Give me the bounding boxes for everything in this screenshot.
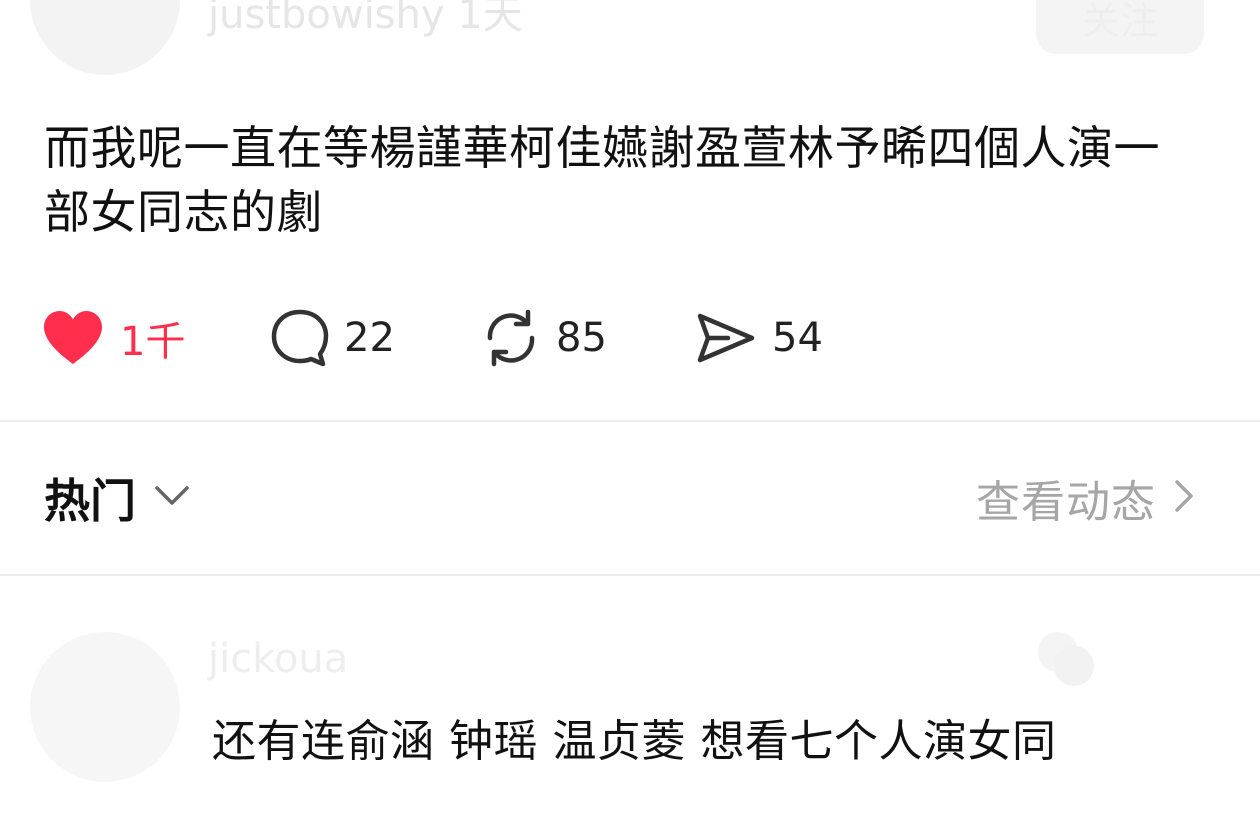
view-activity-label: 查看动态: [976, 477, 1156, 528]
repost-button[interactable]: 85: [480, 306, 607, 370]
chevron-right-icon: [1156, 479, 1194, 517]
divider: [0, 420, 1260, 422]
share-icon: [694, 308, 758, 368]
repost-count: 85: [556, 315, 607, 361]
comment-button[interactable]: 22: [270, 306, 395, 370]
comment-icon: [270, 308, 330, 368]
like-button[interactable]: 1千: [42, 306, 185, 370]
comment-count: 22: [344, 315, 395, 361]
divider: [0, 574, 1260, 576]
chevron-down-icon: [136, 485, 190, 511]
like-count: 1千: [120, 319, 186, 365]
follow-button[interactable]: 关注: [1036, 0, 1204, 54]
repost-icon: [480, 308, 542, 368]
post-text: 而我呢一直在等楊謹華柯佳嬿謝盈萱林予晞四個人演一部女同志的劇: [44, 121, 1160, 239]
author-name[interactable]: justbowishy 1天: [208, 0, 523, 40]
view-activity-link[interactable]: 查看动态: [976, 468, 1194, 528]
author-avatar[interactable]: [30, 0, 180, 75]
comment-like-icon[interactable]: [1024, 628, 1104, 696]
share-button[interactable]: 54: [694, 306, 823, 370]
comment-text: 还有连俞涵 钟瑶 温贞菱 想看七个人演女同: [212, 716, 1057, 767]
comment-author[interactable]: jickoua: [208, 636, 348, 682]
sort-dropdown[interactable]: 热门: [44, 468, 190, 528]
heart-icon: [42, 310, 104, 366]
comment-avatar[interactable]: [30, 632, 180, 782]
share-count: 54: [772, 315, 823, 361]
sort-label: 热门: [44, 474, 136, 528]
